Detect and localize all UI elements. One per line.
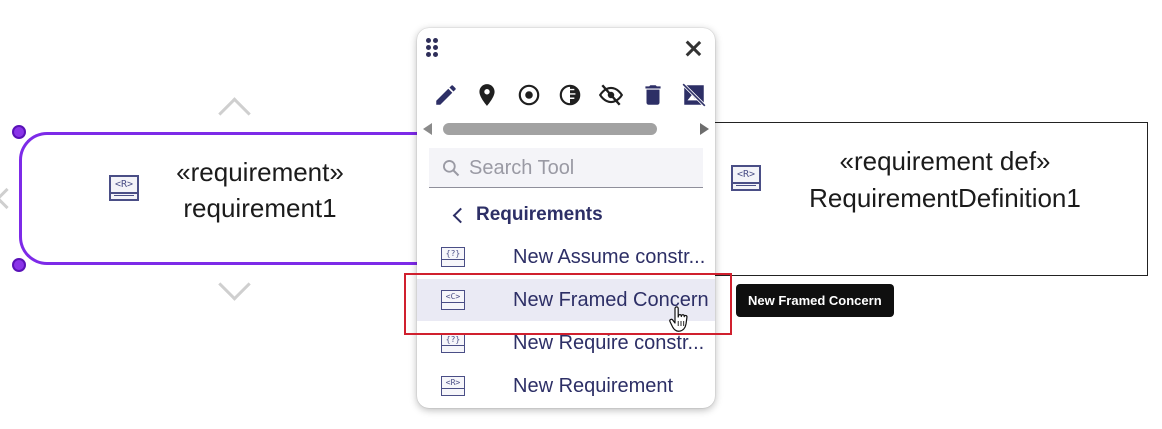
trash-icon[interactable] <box>632 80 673 110</box>
definition-node-stereotype: «requirement def» <box>839 146 1051 176</box>
contrast-icon[interactable] <box>549 80 590 110</box>
scrollbar-thumb[interactable] <box>443 123 657 135</box>
close-icon[interactable] <box>685 40 701 56</box>
pencil-icon[interactable] <box>425 80 466 110</box>
resize-handle-bottom-left[interactable] <box>12 258 26 272</box>
search-input[interactable] <box>467 148 701 188</box>
image-off-icon[interactable] <box>674 80 715 110</box>
quick-toolbar <box>425 80 715 110</box>
scroll-left-icon[interactable] <box>423 123 432 135</box>
definition-node-name: RequirementDefinition1 <box>809 183 1081 213</box>
tooltip: New Framed Concern <box>736 284 894 317</box>
scroll-right-icon[interactable] <box>700 123 709 135</box>
requirement-icon: <R> <box>441 376 465 396</box>
pin-icon[interactable] <box>466 80 507 110</box>
requirement-icon: <R> <box>109 175 139 201</box>
group-title: Requirements <box>476 204 603 225</box>
search-field[interactable] <box>429 148 703 188</box>
search-icon <box>441 158 461 178</box>
assume-constraint-icon: {?} <box>441 247 465 267</box>
require-constraint-icon: {?} <box>441 333 465 353</box>
chevron-left-icon <box>452 207 469 223</box>
tool-item-requirement[interactable]: <R> New Requirement <box>417 365 715 407</box>
requirement-node-name: requirement1 <box>183 193 337 223</box>
tool-item-label: New Requirement <box>513 374 674 397</box>
requirement-node-stereotype: «requirement» <box>176 157 344 187</box>
eye-off-icon[interactable] <box>591 80 632 110</box>
tool-item-label: New Assume constr... <box>513 245 706 268</box>
chevron-down-icon[interactable] <box>214 283 254 305</box>
tool-palette: Requirements {?} New Assume constr... <C… <box>417 28 715 408</box>
tool-item-assume-constraint[interactable]: {?} New Assume constr... <box>417 236 715 278</box>
resize-handle-top-left[interactable] <box>12 125 26 139</box>
chevron-up-icon[interactable] <box>214 96 254 118</box>
hand-cursor-icon <box>668 306 690 334</box>
requirement-icon: <R> <box>731 165 761 191</box>
drag-handle-icon[interactable] <box>426 38 440 58</box>
toolbar-scrollbar[interactable] <box>417 120 715 136</box>
target-icon[interactable] <box>508 80 549 110</box>
group-back-button[interactable]: Requirements <box>451 202 701 228</box>
chevron-left-icon[interactable] <box>0 187 6 211</box>
